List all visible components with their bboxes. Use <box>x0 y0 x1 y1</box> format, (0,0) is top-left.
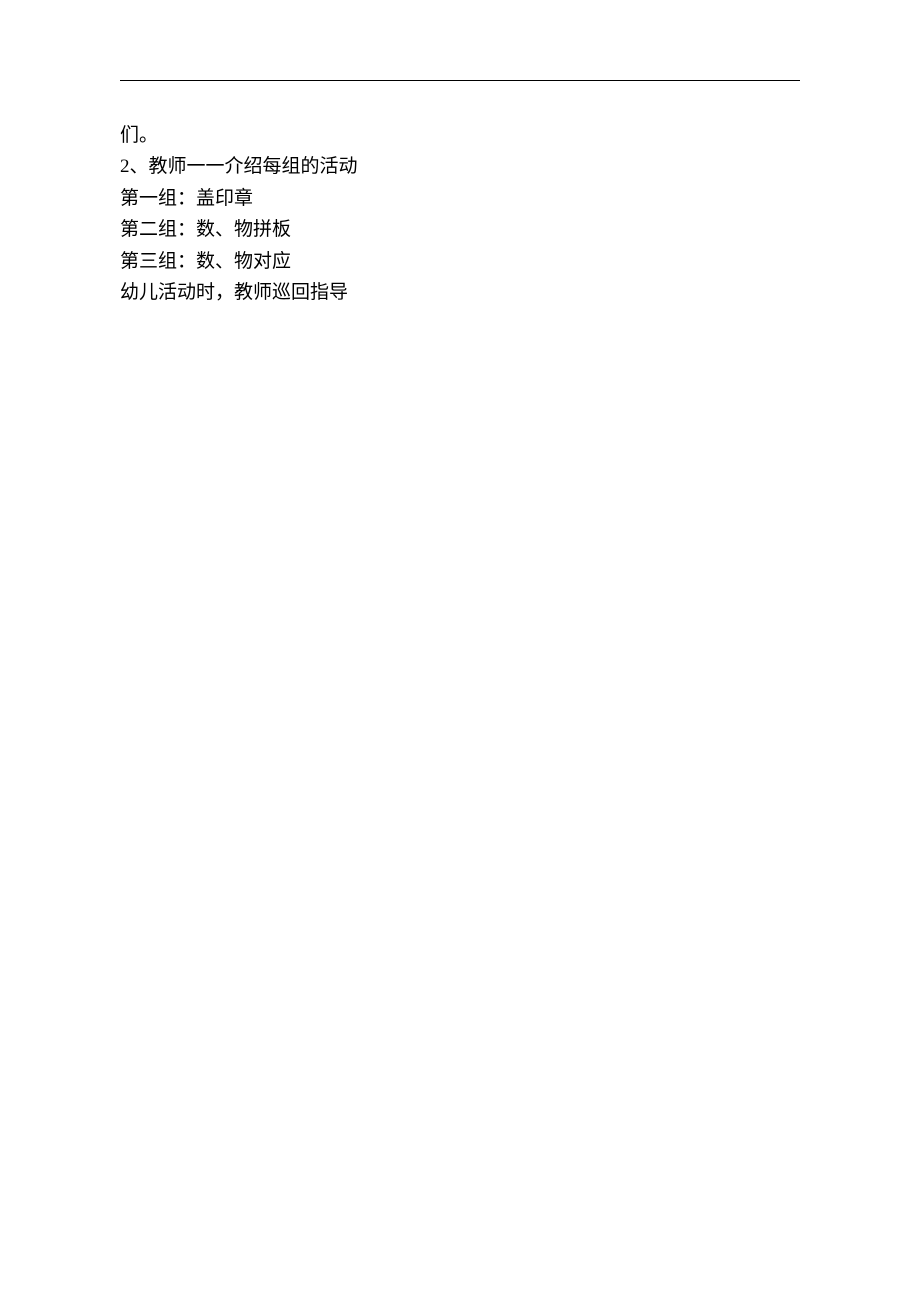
top-divider <box>120 80 800 81</box>
text-line: 第三组：数、物对应 <box>120 247 800 276</box>
text-line: 第一组：盖印章 <box>120 184 800 213</box>
document-content: 们。 2、教师一一介绍每组的活动 第一组：盖印章 第二组：数、物拼板 第三组：数… <box>120 121 800 308</box>
text-line: 幼儿活动时，教师巡回指导 <box>120 278 800 307</box>
text-line: 们。 <box>120 121 800 150</box>
document-page: 们。 2、教师一一介绍每组的活动 第一组：盖印章 第二组：数、物拼板 第三组：数… <box>0 0 920 308</box>
text-line: 2、教师一一介绍每组的活动 <box>120 152 800 181</box>
text-line: 第二组：数、物拼板 <box>120 215 800 244</box>
